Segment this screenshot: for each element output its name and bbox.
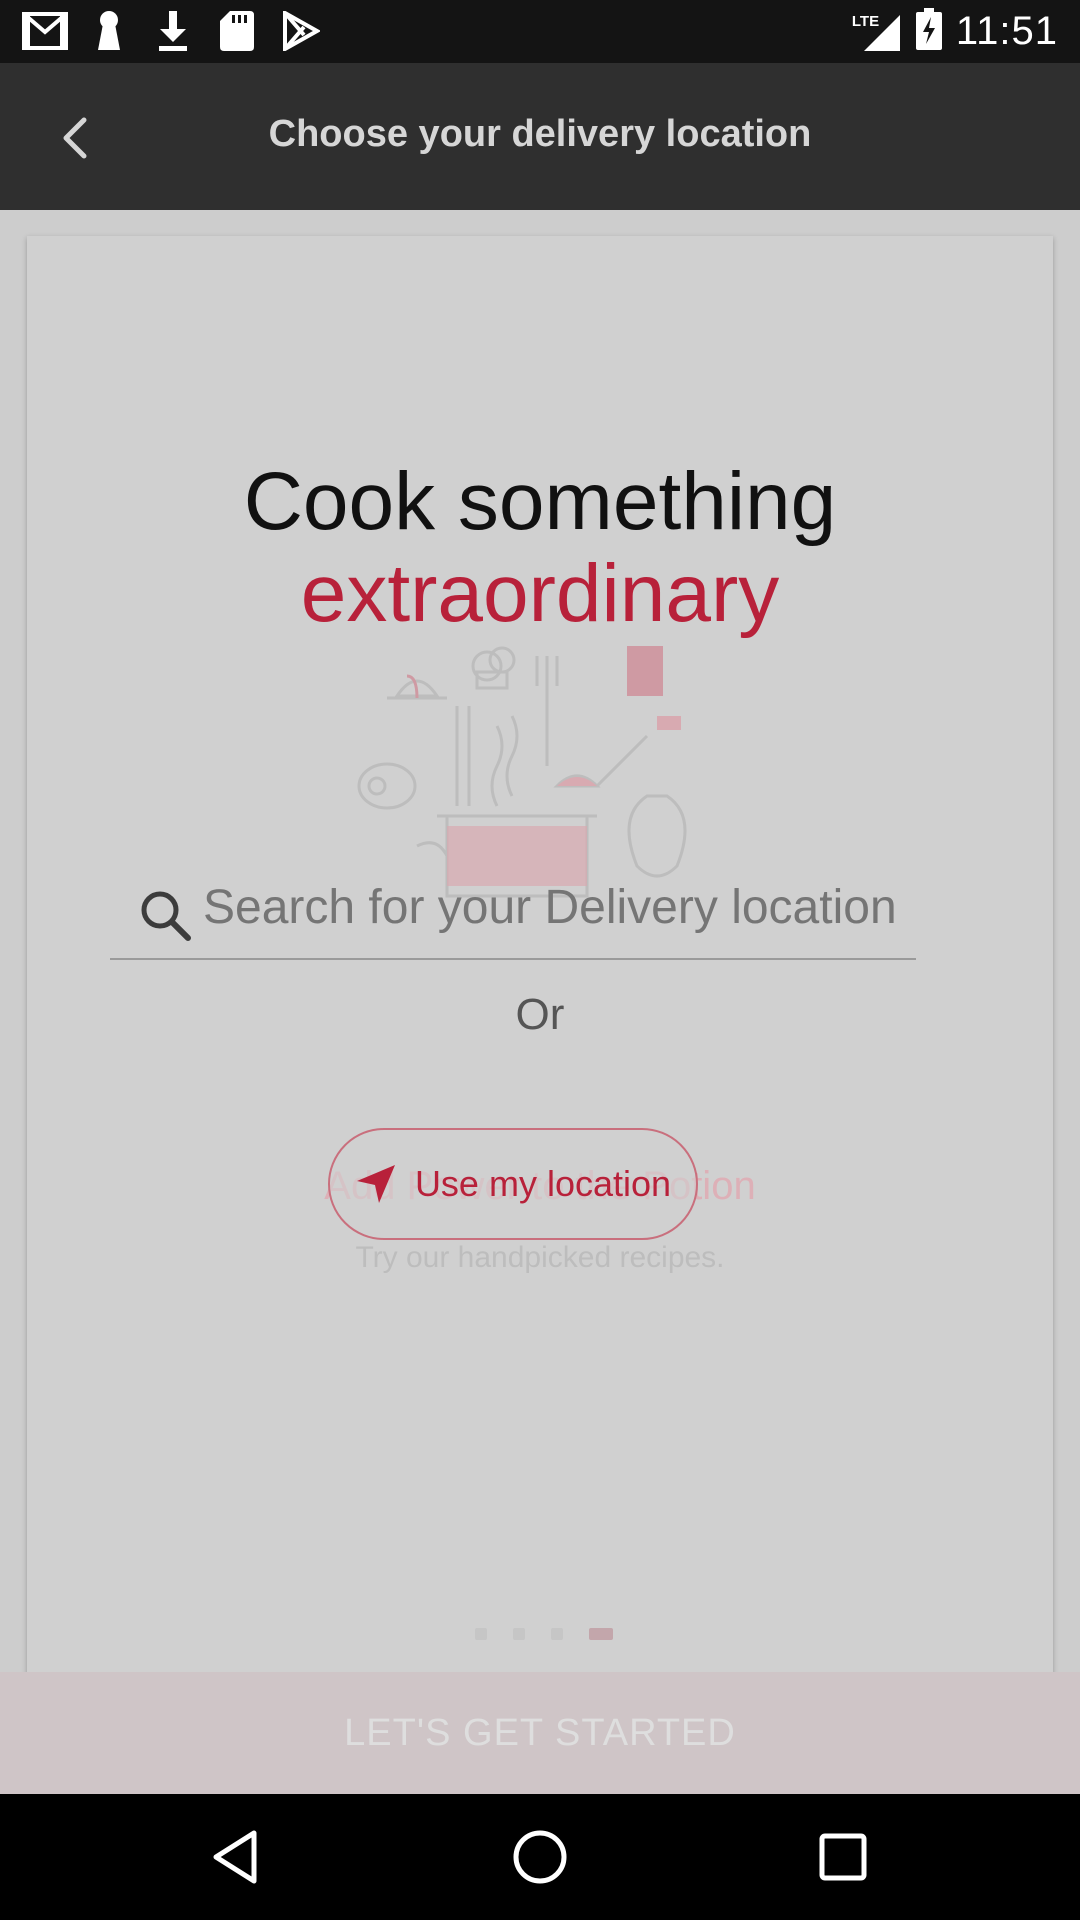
navigation-bar — [0, 1794, 1080, 1920]
app-bar: Choose your delivery location — [0, 63, 1080, 210]
nav-recents-button[interactable] — [808, 1822, 878, 1892]
system-status: LTE 11:51 — [852, 8, 1058, 55]
carousel-subtitle: Try our handpicked recipes. — [355, 1241, 725, 1274]
back-triangle-icon — [213, 1830, 257, 1884]
use-my-location-button[interactable]: Use my location — [328, 1128, 698, 1240]
clock: 11:51 — [955, 9, 1058, 53]
page-dot — [475, 1628, 487, 1640]
battery-charging-icon — [915, 8, 942, 55]
get-started-label: LET'S GET STARTED — [344, 1711, 736, 1754]
recents-square-icon — [819, 1833, 867, 1881]
search-icon — [141, 891, 191, 941]
search-input[interactable] — [203, 880, 903, 935]
page-dot — [513, 1628, 525, 1640]
headline: Cook something — [243, 456, 837, 547]
use-my-location-label: Use my location — [414, 1163, 672, 1204]
home-circle-icon — [513, 1830, 567, 1884]
download-icon — [150, 10, 196, 52]
signal-icon: LTE — [852, 11, 902, 53]
page-title: Choose your delivery location — [268, 113, 812, 155]
status-bar: LTE 11:51 — [0, 0, 1080, 63]
page-dot-active — [589, 1628, 613, 1640]
or-separator: Or — [515, 990, 565, 1039]
search-location-field[interactable] — [110, 850, 916, 960]
notification-icons — [22, 10, 324, 52]
navigation-arrow-icon — [356, 1165, 395, 1203]
keyhole-icon — [86, 10, 132, 52]
nav-back-button[interactable] — [200, 1822, 270, 1892]
page-indicator — [475, 1628, 613, 1640]
nav-home-button[interactable] — [505, 1822, 575, 1892]
play-store-icon — [278, 10, 324, 52]
get-started-button: LET'S GET STARTED — [0, 1672, 1080, 1794]
headline-accent: extraordinary — [300, 548, 780, 639]
gmail-icon — [22, 10, 68, 52]
sd-card-icon — [214, 10, 260, 52]
page-dot — [551, 1628, 563, 1640]
content-overlay: Cook something extraordinary Add Power t… — [0, 210, 1080, 1794]
